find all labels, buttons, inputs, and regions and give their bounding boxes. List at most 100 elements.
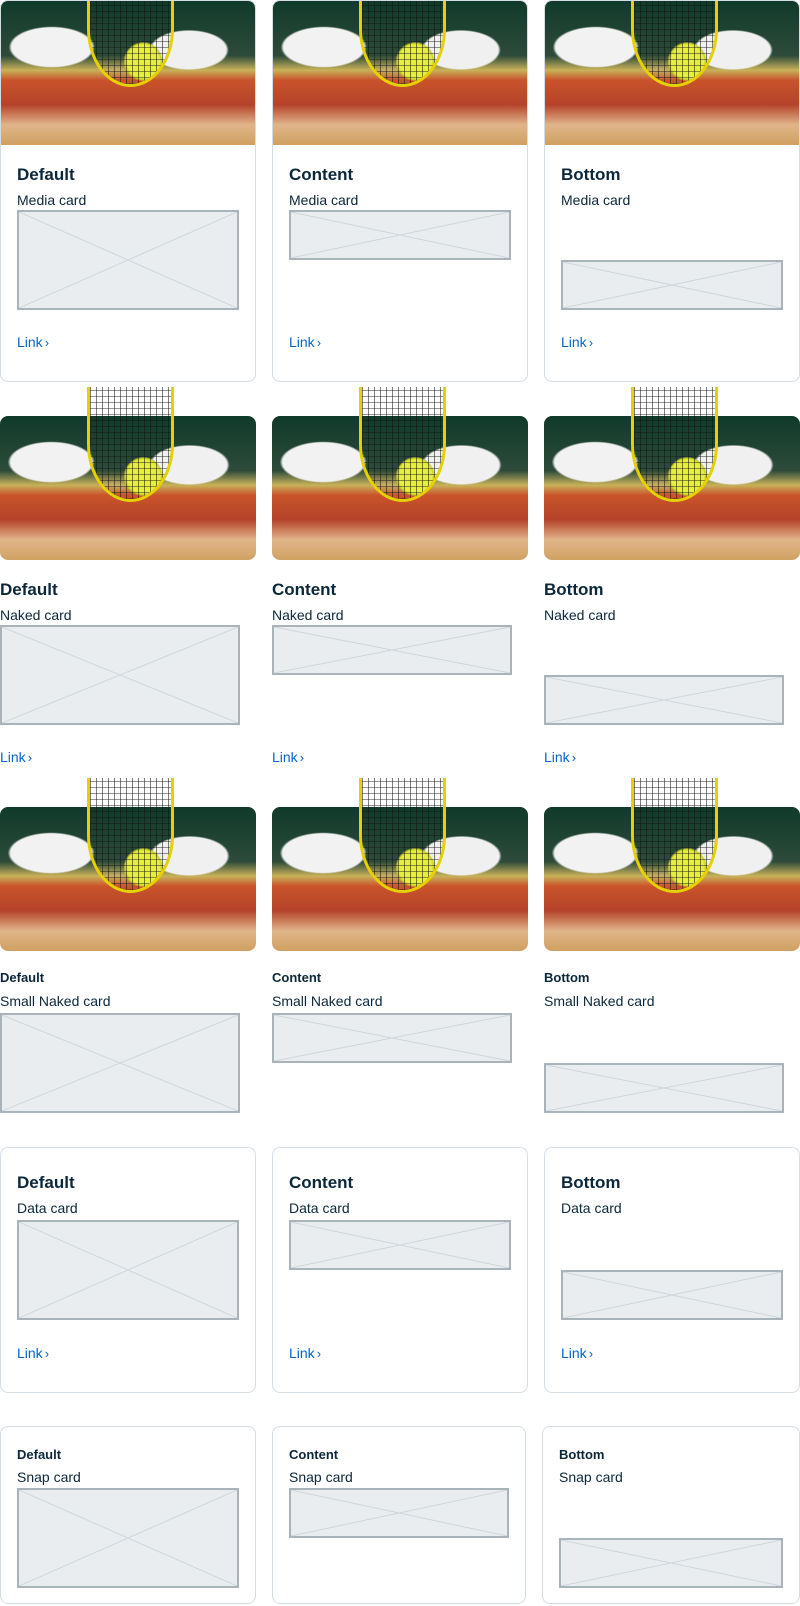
link-label: Link bbox=[272, 749, 298, 765]
card-link[interactable]: Link › bbox=[272, 749, 304, 765]
media-card-default[interactable]: Default Media card Link › bbox=[0, 0, 256, 382]
data-card-bottom[interactable]: Bottom Data card Link › bbox=[544, 1147, 800, 1393]
placeholder-image bbox=[561, 1270, 783, 1320]
card-link[interactable]: Link › bbox=[289, 334, 321, 350]
placeholder-cross-icon bbox=[546, 1065, 782, 1111]
data-card-row: Default Data card Link › Content Data car… bbox=[0, 1147, 800, 1393]
racket-graphic bbox=[631, 387, 719, 503]
placeholder-cross-icon bbox=[291, 1490, 507, 1536]
tennis-media-image bbox=[272, 387, 528, 560]
placeholder-image bbox=[17, 210, 239, 310]
card-link[interactable]: Link › bbox=[561, 1345, 593, 1361]
snap-card-row: Default Snap card Content Snap card Bott… bbox=[0, 1426, 800, 1606]
card-subtitle: Snap card bbox=[17, 1469, 81, 1485]
placeholder-cross-icon bbox=[291, 1222, 509, 1268]
snap-card-bottom[interactable]: Bottom Snap card bbox=[542, 1426, 800, 1604]
snap-card-content[interactable]: Content Snap card bbox=[272, 1426, 526, 1604]
placeholder-cross-icon bbox=[563, 1272, 781, 1318]
placeholder-cross-icon bbox=[274, 1015, 510, 1061]
naked-card-default[interactable]: Default Naked card Link › bbox=[0, 387, 256, 776]
naked-card-content[interactable]: Content Naked card Link › bbox=[272, 387, 528, 776]
racket-graphic bbox=[359, 778, 447, 894]
placeholder-cross-icon bbox=[291, 212, 509, 258]
card-subtitle: Data card bbox=[561, 1200, 622, 1216]
card-title: Bottom bbox=[561, 1173, 621, 1192]
racket-graphic bbox=[359, 1, 446, 88]
card-link[interactable]: Link › bbox=[561, 334, 593, 350]
placeholder-image bbox=[289, 210, 511, 260]
card-title: Content bbox=[289, 1173, 354, 1192]
placeholder-cross-icon bbox=[2, 627, 238, 723]
chevron-right-icon: › bbox=[44, 1346, 50, 1361]
racket-graphic bbox=[87, 387, 175, 503]
racket-graphic bbox=[87, 1, 174, 88]
link-label: Link bbox=[289, 334, 315, 350]
placeholder-image bbox=[272, 1013, 512, 1063]
link-label: Link bbox=[0, 749, 26, 765]
chevron-right-icon: › bbox=[588, 1346, 594, 1361]
card-title: Content bbox=[289, 165, 354, 184]
card-link[interactable]: Link › bbox=[17, 1345, 49, 1361]
placeholder-image bbox=[17, 1488, 239, 1588]
card-title: Bottom bbox=[559, 1447, 605, 1462]
tennis-media-image bbox=[1, 1, 255, 145]
card-title: Default bbox=[0, 580, 58, 599]
placeholder-image bbox=[272, 625, 512, 675]
card-title: Content bbox=[272, 580, 337, 599]
placeholder-image bbox=[0, 625, 240, 725]
card-subtitle: Naked card bbox=[0, 607, 72, 623]
placeholder-image bbox=[561, 260, 783, 310]
card-subtitle: Naked card bbox=[272, 607, 344, 623]
card-title: Content bbox=[272, 970, 322, 985]
card-subtitle: Small Naked card bbox=[544, 993, 655, 1009]
chevron-right-icon: › bbox=[316, 1346, 322, 1361]
placeholder-image bbox=[559, 1538, 783, 1588]
placeholder-image bbox=[17, 1220, 239, 1320]
card-subtitle: Small Naked card bbox=[272, 993, 383, 1009]
card-link[interactable]: Link › bbox=[17, 334, 49, 350]
card-title: Default bbox=[17, 1173, 75, 1192]
card-subtitle: Media card bbox=[17, 192, 87, 208]
tennis-media-image bbox=[273, 1, 527, 145]
placeholder-cross-icon bbox=[19, 212, 237, 308]
card-link[interactable]: Link › bbox=[0, 749, 32, 765]
card-subtitle: Data card bbox=[289, 1200, 350, 1216]
card-title: Bottom bbox=[544, 970, 590, 985]
card-title: Bottom bbox=[561, 165, 621, 184]
chevron-right-icon: › bbox=[27, 750, 33, 765]
chevron-right-icon: › bbox=[316, 335, 322, 350]
placeholder-cross-icon bbox=[2, 1015, 238, 1111]
link-label: Link bbox=[17, 334, 43, 350]
racket-graphic bbox=[631, 778, 719, 894]
media-card-bottom[interactable]: Bottom Media card Link › bbox=[544, 0, 800, 382]
snap-card-default[interactable]: Default Snap card bbox=[0, 1426, 256, 1604]
racket-graphic bbox=[359, 387, 447, 503]
small-naked-card-content[interactable]: Content Small Naked card bbox=[272, 778, 528, 1117]
card-link[interactable]: Link › bbox=[289, 1345, 321, 1361]
link-label: Link bbox=[561, 1345, 587, 1361]
card-title: Default bbox=[17, 1447, 62, 1462]
naked-card-row: Default Naked card Link › Content Naked c… bbox=[0, 387, 800, 776]
card-subtitle: Naked card bbox=[544, 607, 616, 623]
data-card-content[interactable]: Content Data card Link › bbox=[272, 1147, 528, 1393]
placeholder-cross-icon bbox=[546, 677, 782, 723]
placeholder-image bbox=[289, 1220, 511, 1270]
chevron-right-icon: › bbox=[588, 335, 594, 350]
card-title: Default bbox=[17, 165, 75, 184]
chevron-right-icon: › bbox=[299, 750, 305, 765]
media-card-content[interactable]: Content Media card Link › bbox=[272, 0, 528, 382]
placeholder-cross-icon bbox=[19, 1490, 237, 1586]
small-naked-card-bottom[interactable]: Bottom Small Naked card bbox=[544, 778, 800, 1117]
naked-card-bottom[interactable]: Bottom Naked card Link › bbox=[544, 387, 800, 776]
card-link[interactable]: Link › bbox=[544, 749, 576, 765]
card-title: Default bbox=[0, 970, 45, 985]
card-subtitle: Snap card bbox=[289, 1469, 353, 1485]
card-subtitle: Small Naked card bbox=[0, 993, 111, 1009]
link-label: Link bbox=[544, 749, 570, 765]
data-card-default[interactable]: Default Data card Link › bbox=[0, 1147, 256, 1393]
tennis-media-image bbox=[0, 387, 256, 560]
racket-graphic bbox=[87, 778, 175, 894]
chevron-right-icon: › bbox=[571, 750, 577, 765]
small-naked-card-default[interactable]: Default Small Naked card bbox=[0, 778, 256, 1117]
tennis-media-image bbox=[545, 1, 799, 145]
